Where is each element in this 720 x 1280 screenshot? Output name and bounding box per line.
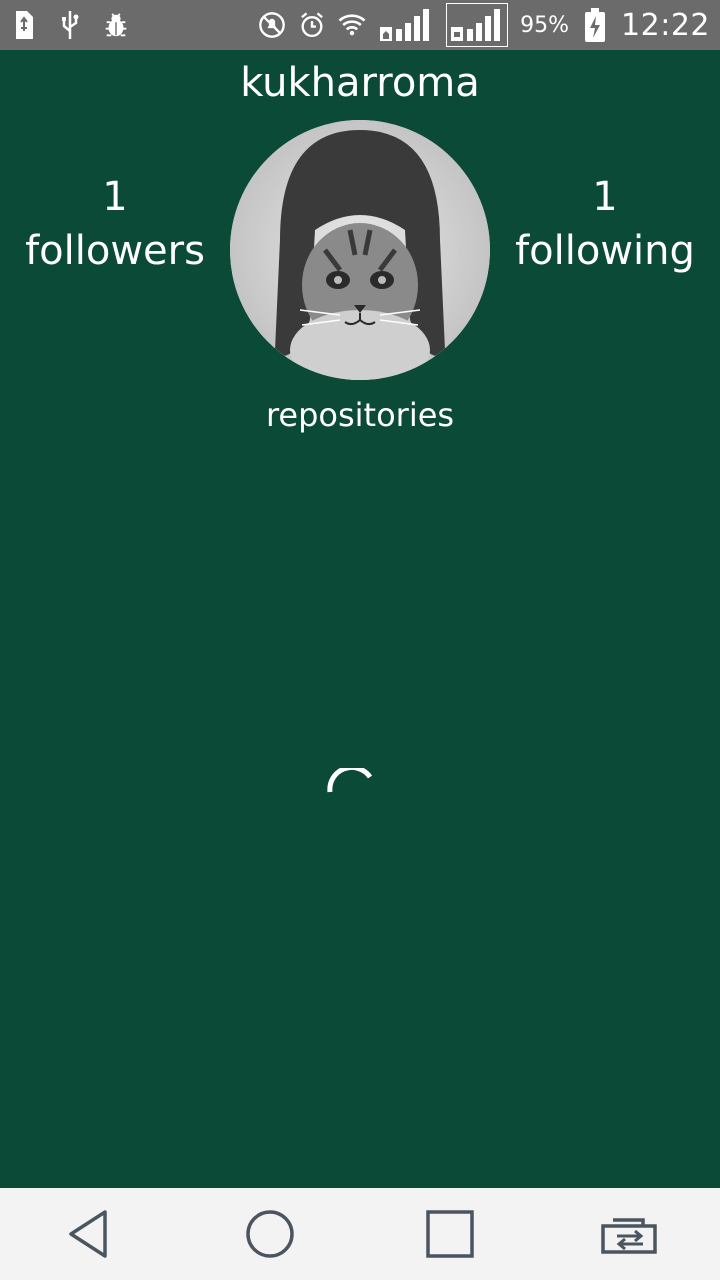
clock: 12:22 [621, 7, 710, 43]
alarm-icon [298, 9, 326, 41]
recents-button[interactable] [410, 1194, 490, 1274]
repositories-label: repositories [265, 396, 455, 434]
switch-app-button[interactable] [590, 1194, 670, 1274]
signal-icon [378, 9, 434, 41]
do-not-disturb-icon [258, 9, 286, 41]
usb-icon [56, 9, 84, 41]
back-button[interactable] [50, 1194, 130, 1274]
following-count: 1 [592, 174, 618, 220]
battery-charging-icon [581, 8, 609, 42]
signal-icon-2 [446, 3, 509, 47]
followers-label: followers [25, 228, 205, 274]
status-bar-left [10, 9, 130, 41]
recents-icon [426, 1210, 474, 1258]
status-bar: 95% 12:22 [0, 0, 720, 50]
username: kukharroma [240, 60, 480, 106]
home-button[interactable] [230, 1194, 310, 1274]
status-bar-right: 95% 12:22 [258, 3, 710, 47]
sim-card-icon [10, 9, 38, 41]
followers-stat[interactable]: 1 followers [0, 170, 230, 278]
battery-percent: 95% [520, 12, 570, 38]
switch-app-icon [601, 1218, 657, 1254]
navigation-bar [0, 1188, 720, 1280]
following-stat[interactable]: 1 following [490, 170, 720, 278]
followers-count: 1 [102, 174, 128, 220]
bug-icon [102, 9, 130, 41]
wifi-icon [338, 9, 366, 41]
home-icon [246, 1210, 294, 1258]
avatar [230, 120, 490, 380]
avatar-image [230, 120, 490, 380]
following-label: following [515, 228, 695, 274]
back-icon [69, 1210, 107, 1258]
loading-spinner [327, 768, 373, 793]
